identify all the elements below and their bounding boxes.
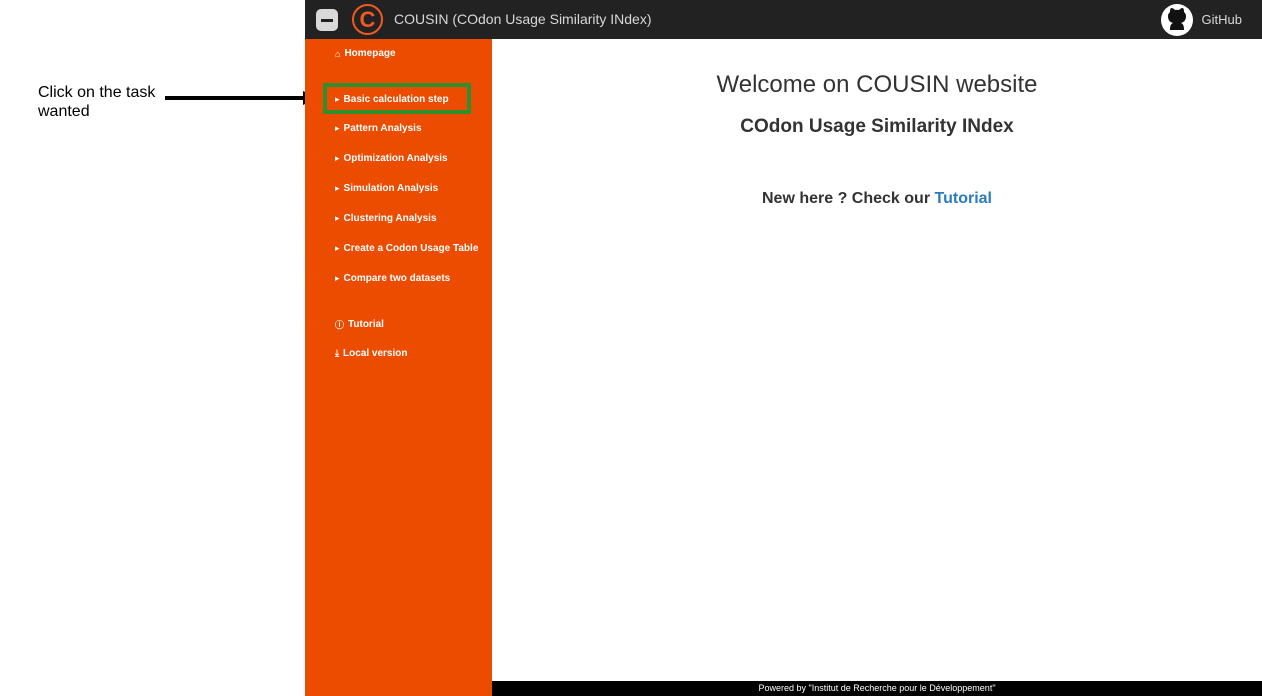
sidebar-item-pattern-analysis[interactable]: ▸ Pattern Analysis xyxy=(335,123,422,134)
main-content: Welcome on COUSIN website COdon Usage Si… xyxy=(492,39,1262,681)
download-icon: ⤓ xyxy=(335,348,339,358)
github-icon[interactable] xyxy=(1160,3,1194,37)
sidebar-item-clustering-analysis[interactable]: ▸ Clustering Analysis xyxy=(335,213,437,224)
sidebar-item-homepage[interactable]: ⌂ Homepage xyxy=(335,48,396,59)
caret-right-icon: ▸ xyxy=(335,94,340,104)
sidebar-item-tutorial[interactable]: ⓘ Tutorial xyxy=(335,318,384,331)
home-icon: ⌂ xyxy=(335,48,341,59)
sidebar-item-label: Local version xyxy=(342,348,408,359)
sidebar-item-optimization-analysis[interactable]: ▸ Optimization Analysis xyxy=(335,153,448,164)
cousin-logo: C xyxy=(352,4,383,35)
tutorial-link[interactable]: Tutorial xyxy=(935,190,992,207)
sidebar-item-simulation-analysis[interactable]: ▸ Simulation Analysis xyxy=(335,183,438,194)
sidebar-item-label: Optimization Analysis xyxy=(343,153,448,164)
sidebar-item-label: Simulation Analysis xyxy=(343,183,439,194)
sidebar-item-label: Basic calculation step xyxy=(343,94,449,105)
sidebar-item-label: Homepage xyxy=(344,48,396,59)
info-icon: ⓘ xyxy=(335,320,345,330)
sidebar-item-label: Pattern Analysis xyxy=(343,123,422,134)
footer: Powered by "Institut de Recherche pour l… xyxy=(492,681,1262,696)
caret-right-icon: ▸ xyxy=(335,123,340,133)
annotation-text: Click on the task wanted xyxy=(38,84,156,120)
sidebar-item-local-version[interactable]: ⤓ Local version xyxy=(335,348,407,359)
sidebar: ⌂ Homepage ▸ Basic calculation step ▸ Pa… xyxy=(305,39,492,696)
sidebar-item-label: Create a Codon Usage Table xyxy=(343,243,479,254)
app-title: COUSIN (COdon Usage Similarity INdex) xyxy=(394,11,652,27)
sidebar-item-create-codon-usage-table[interactable]: ▸ Create a Codon Usage Table xyxy=(335,243,478,254)
sidebar-item-label: Tutorial xyxy=(348,319,384,330)
app-window: C COUSIN (COdon Usage Similarity INdex) … xyxy=(305,0,1262,696)
caret-right-icon: ▸ xyxy=(335,153,340,163)
sidebar-item-label: Compare two datasets xyxy=(343,273,451,284)
caret-right-icon: ▸ xyxy=(335,183,340,193)
site-subtitle: COdon Usage Similarity INdex xyxy=(740,116,1014,137)
github-link[interactable]: GitHub xyxy=(1202,12,1242,27)
caret-right-icon: ▸ xyxy=(335,213,340,223)
sidebar-toggle-button[interactable] xyxy=(316,9,338,31)
annotation-arrow xyxy=(165,91,318,105)
sidebar-item-compare-datasets[interactable]: ▸ Compare two datasets xyxy=(335,273,450,284)
caret-right-icon: ▸ xyxy=(335,243,340,253)
top-navbar: C COUSIN (COdon Usage Similarity INdex) … xyxy=(305,0,1262,39)
sidebar-item-label: Clustering Analysis xyxy=(343,213,437,224)
caret-right-icon: ▸ xyxy=(335,273,340,283)
new-here-text: New here ? Check our xyxy=(762,190,931,207)
new-here-line: New here ? Check our Tutorial xyxy=(492,190,1262,208)
sidebar-item-basic-calculation[interactable]: ▸ Basic calculation step xyxy=(335,94,449,105)
welcome-heading: Welcome on COUSIN website xyxy=(716,71,1038,98)
